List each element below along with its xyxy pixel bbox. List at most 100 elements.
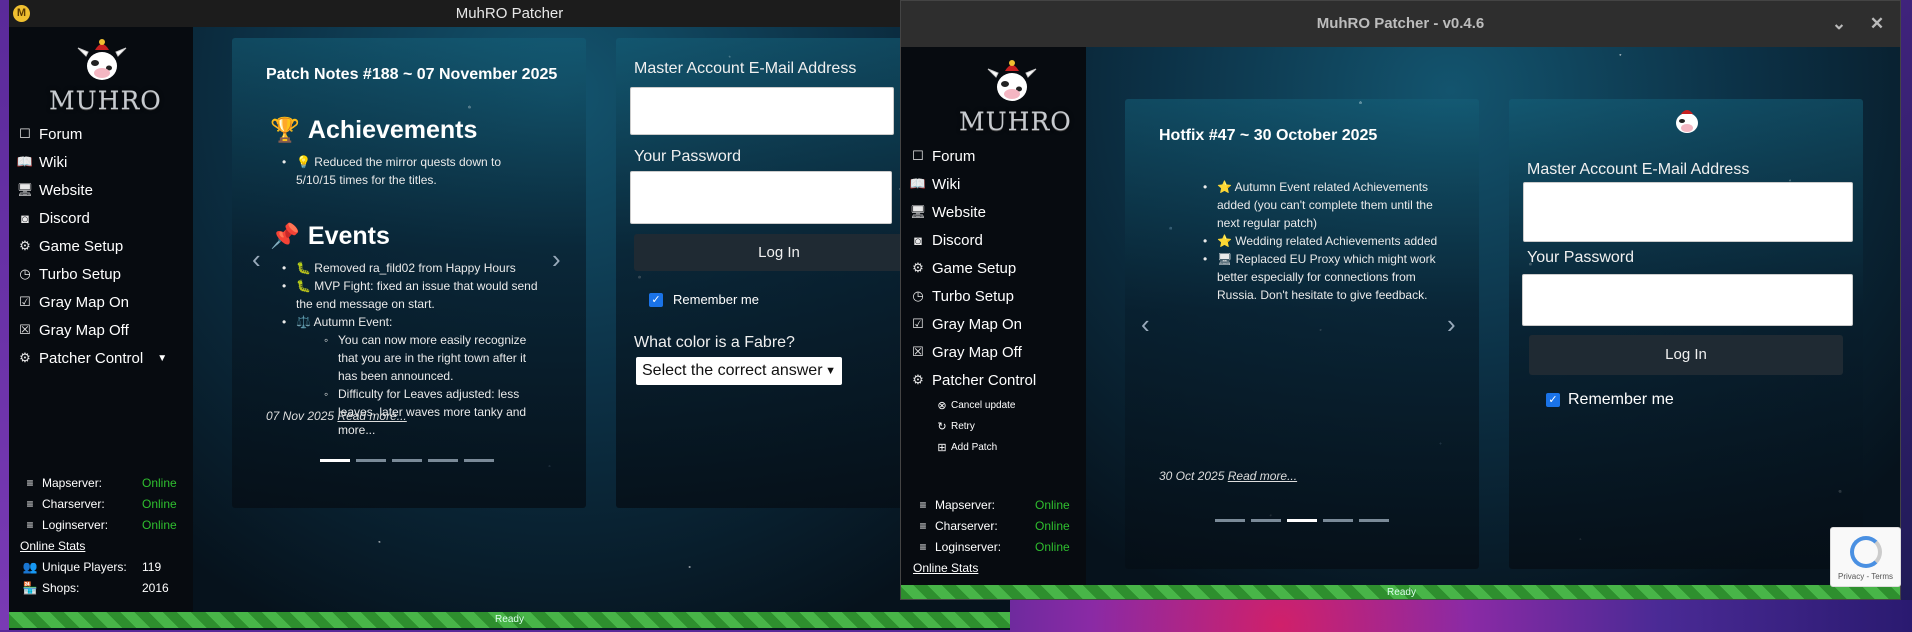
progress-status: Ready (495, 614, 524, 625)
book-icon: 📖 (909, 176, 927, 191)
carousel-next-arrow[interactable]: › (1447, 309, 1456, 340)
password-field[interactable] (1522, 274, 1853, 326)
checkbox-x-icon: ☒ (19, 322, 31, 337)
minimize-icon[interactable]: ⌄ (1828, 13, 1850, 35)
sidebar-item-wiki[interactable]: 📖 Wiki (908, 170, 1036, 198)
checkbox-x-icon: ☒ (912, 344, 924, 359)
password-label: Your Password (1527, 249, 1635, 266)
muhro-logo[interactable]: MUHRO (959, 57, 1071, 136)
list-item: You can now more easily recognize that y… (324, 331, 542, 385)
gamepad-icon: ⚙ (19, 238, 31, 253)
sidebar-item-turbo-setup[interactable]: ◷ Turbo Setup (15, 260, 167, 288)
carousel-dot[interactable] (320, 459, 350, 462)
window-title: MuhRO Patcher - v0.4.6 (1316, 15, 1485, 32)
list-item: 💡 Reduced the mirror quests down to 5/10… (282, 153, 522, 189)
carousel-dot[interactable] (356, 459, 386, 462)
gear-icon: ⚙ (19, 350, 31, 365)
title-bar[interactable]: MuhRO Patcher - v0.4.6 ⌄ ✕ (901, 1, 1900, 47)
trophy-icon: 🏆 (270, 117, 300, 144)
close-icon[interactable]: ✕ (1866, 13, 1888, 35)
sidebar-item-forum[interactable]: ☐ Forum (15, 120, 167, 148)
discord-icon: ◙ (914, 232, 922, 248)
cow-mascot-icon (987, 60, 1036, 101)
status-row-mapserver: ≡ Mapserver: Online (20, 472, 177, 493)
carousel-next-arrow[interactable]: › (552, 244, 561, 275)
submenu-item-retry[interactable]: ↻ Retry (935, 416, 1016, 437)
sidebar-item-game-setup[interactable]: ⚙ Game Setup (908, 254, 1036, 282)
carousel-prev-arrow[interactable]: ‹ (1141, 309, 1150, 340)
sidebar-item-gray-map-off[interactable]: ☒ Gray Map Off (908, 338, 1036, 366)
progress-status: Ready (1387, 587, 1416, 598)
carousel-dot[interactable] (464, 459, 494, 462)
patch-notes-panel: Hotfix #47 ~ 30 October 2025 ⭐ Autumn Ev… (1125, 99, 1479, 569)
recaptcha-badge[interactable]: Privacy - Terms (1830, 527, 1901, 587)
sidebar-item-wiki[interactable]: 📖 Wiki (15, 148, 167, 176)
sidebar-item-patcher-control[interactable]: ⚙ Patcher Control (908, 366, 1036, 394)
status-row-shops: 🏪 Shops: 2016 (20, 577, 177, 598)
carousel-dot[interactable] (428, 459, 458, 462)
cow-mascot-icon (77, 39, 126, 80)
status-row-loginserver: ≡ Loginserver: Online (20, 514, 176, 535)
captcha-select[interactable]: Select the correct answer ▼ (636, 357, 842, 385)
sidebar-item-turbo-setup[interactable]: ◷ Turbo Setup (908, 282, 1036, 310)
status-row-unique-players: 👥 Unique Players: 119 (20, 556, 177, 577)
sidebar-item-discord[interactable]: ◙ Discord (908, 226, 1036, 254)
password-label: Your Password (634, 148, 742, 165)
checkbox-checked-icon: ☑ (19, 294, 31, 309)
patcher-control-submenu: ⊗ Cancel update ↻ Retry ⊞ Add Patch (935, 395, 1016, 458)
hotfix-list: ⭐ Autumn Event related Achievements adde… (1203, 178, 1443, 304)
read-more-link[interactable]: Read more... (1228, 469, 1297, 483)
email-field[interactable] (1523, 182, 1853, 242)
remember-me-checkbox[interactable]: ✓ (1546, 393, 1560, 407)
carousel-dot[interactable] (1359, 519, 1389, 522)
muhro-logo[interactable]: MUHRO (49, 36, 161, 115)
sidebar-item-website[interactable]: 🖥 Website (908, 198, 1036, 226)
patch-notes-panel: Patch Notes #188 ~ 07 November 2025 🏆 Ac… (232, 38, 586, 508)
carousel-dot[interactable] (1287, 519, 1317, 522)
patcher-window-b: MuhRO Patcher - v0.4.6 ⌄ ✕ MUHRO ☐ Forum … (900, 0, 1901, 600)
email-label: Master Account E-Mail Address (1527, 161, 1750, 178)
email-label: Master Account E-Mail Address (634, 60, 857, 77)
login-button[interactable]: Log In (1529, 335, 1843, 375)
status-row-mapserver: ≡ Mapserver: Online (913, 494, 1069, 515)
desktop-background (0, 0, 9, 632)
server-status: ≡ Mapserver: Online ≡ Charserver: Online ≡ Lo… (20, 472, 177, 598)
carousel-dot[interactable] (392, 459, 422, 462)
recaptcha-terms-link[interactable]: Privacy - Terms (1838, 572, 1893, 581)
online-stats-link[interactable]: Online Stats (913, 561, 978, 575)
sidebar-item-gray-map-off[interactable]: ☒ Gray Map Off (15, 316, 167, 344)
remember-me-checkbox[interactable]: ✓ (649, 293, 663, 307)
carousel-indicators (320, 459, 494, 462)
carousel-dot[interactable] (1215, 519, 1245, 522)
patcher-window-a: M MuhRO Patcher MUHRO ☐ Forum 📖 Wiki 🖥 Webs… (9, 0, 1010, 630)
sidebar-item-forum[interactable]: ☐ Forum (908, 142, 1036, 170)
title-bar[interactable]: M MuhRO Patcher (9, 0, 1010, 27)
sidebar-item-gray-map-on[interactable]: ☑ Gray Map On (15, 288, 167, 316)
email-field[interactable] (630, 87, 894, 135)
chevron-down-icon: ▼ (825, 365, 836, 377)
remember-me-label: Remember me (673, 292, 759, 307)
book-icon: 📖 (16, 154, 34, 169)
store-icon: 🏪 (22, 580, 38, 595)
list-item: 🖥 Replaced EU Proxy which might work bet… (1203, 250, 1443, 304)
carousel-dot[interactable] (1323, 519, 1353, 522)
sidebar-item-game-setup[interactable]: ⚙ Game Setup (15, 232, 167, 260)
database-icon: ≡ (26, 517, 34, 532)
online-stats-link[interactable]: Online Stats (20, 539, 85, 553)
checkbox-checked-icon: ☑ (912, 316, 924, 331)
read-more-link[interactable]: Read more... (337, 409, 406, 423)
sidebar-item-discord[interactable]: ◙ Discord (15, 204, 167, 232)
status-badge: Online (142, 475, 177, 490)
login-button[interactable]: Log In (634, 234, 924, 271)
app-icon: M (13, 5, 30, 22)
database-icon: ≡ (26, 475, 34, 490)
list-item: ⭐ Wedding related Achievements added (1203, 232, 1443, 250)
submenu-item-add-patch[interactable]: ⊞ Add Patch (935, 437, 1016, 458)
sidebar-item-website[interactable]: 🖥 Website (15, 176, 167, 204)
password-field[interactable] (630, 171, 892, 224)
carousel-dot[interactable] (1251, 519, 1281, 522)
sidebar-item-gray-map-on[interactable]: ☑ Gray Map On (908, 310, 1036, 338)
submenu-item-cancel-update[interactable]: ⊗ Cancel update (935, 395, 1015, 416)
sidebar-item-patcher-control[interactable]: ⚙ Patcher Control ▼ (15, 344, 167, 372)
carousel-prev-arrow[interactable]: ‹ (252, 244, 261, 275)
